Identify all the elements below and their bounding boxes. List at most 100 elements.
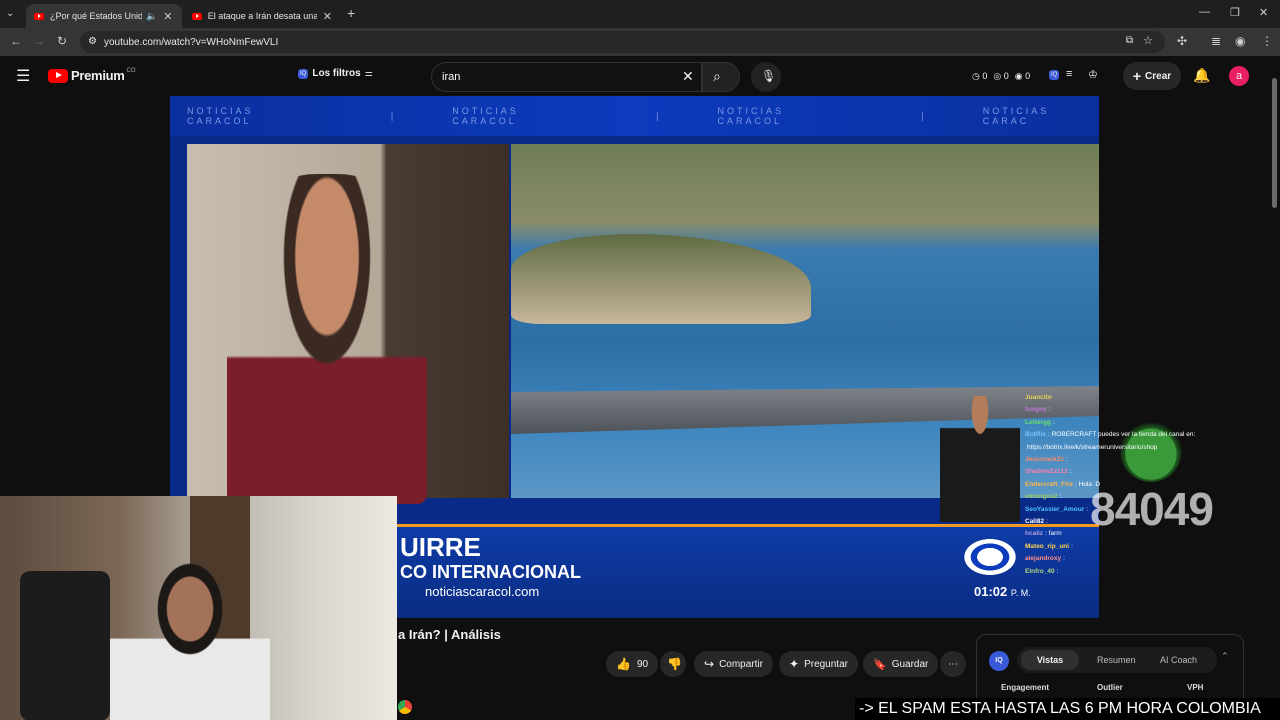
tab-title: El ataque a Irán desata una gue	[207, 11, 317, 21]
banner-sep: |	[921, 111, 927, 121]
search-icon: ⌕	[713, 68, 721, 84]
chat-message: hcaliz: farm	[1025, 528, 1225, 540]
chat-username: Endercraft_Fire	[1025, 480, 1074, 488]
ask-button[interactable]: ✦ Preguntar	[779, 651, 858, 677]
chat-text: :	[1059, 493, 1062, 501]
chat-message: ShadowZzz12:	[1025, 466, 1225, 478]
vidiq-icon: IQ	[298, 68, 309, 79]
browser-tab-strip: ⌄ ¿Por qué Estados Unidos e 🔈 ✕ El ataqu…	[0, 0, 1280, 28]
dislike-button[interactable]: 👎	[660, 651, 686, 677]
menu-kebab-icon[interactable]: ⋮	[1261, 34, 1273, 48]
tab-search-icon[interactable]: ⌄	[6, 8, 14, 19]
vidiq-ext-icon[interactable]: IQ	[1049, 70, 1060, 80]
tab-title: ¿Por qué Estados Unidos e	[50, 11, 142, 21]
reload-icon[interactable]: ↻	[57, 34, 67, 48]
chat-message: emongus2:	[1025, 491, 1225, 503]
like-count: 90	[636, 658, 649, 670]
guest-person	[227, 174, 427, 504]
clock-suffix: P. M.	[1010, 588, 1031, 598]
chat-username: Cali82	[1025, 518, 1045, 526]
back-icon[interactable]: ←	[10, 34, 22, 48]
chat-text: :	[1046, 518, 1048, 526]
vidiq-tab-ai-coach[interactable]: AI Coach	[1160, 655, 1197, 665]
vidiq-tab-resumen[interactable]: Resumen	[1097, 655, 1136, 665]
ask-label: Preguntar	[804, 658, 848, 670]
install-icon[interactable]: ⧉	[1126, 35, 1133, 46]
save-button[interactable]: 🔖 Guardar	[863, 651, 939, 677]
search-button[interactable]: ⌕	[702, 62, 740, 92]
create-label: Crear	[1145, 70, 1172, 82]
share-label: Compartir	[719, 658, 763, 670]
banner-sep: |	[656, 111, 662, 121]
minimize-icon[interactable]: —	[1199, 6, 1210, 18]
like-button[interactable]: 👍 90	[606, 651, 658, 677]
cliff-island	[511, 234, 811, 324]
notifications-bell-icon[interactable]: 🔔	[1193, 67, 1210, 84]
save-label: Guardar	[891, 658, 929, 670]
forward-icon[interactable]: →	[33, 34, 45, 48]
vidiq-tab-vistas[interactable]: Vistas	[1021, 650, 1079, 670]
voice-search-button[interactable]: 🎙	[751, 62, 781, 92]
chat-message: fungoy:	[1025, 404, 1225, 416]
new-tab-icon[interactable]: +	[347, 5, 355, 21]
media-icon[interactable]: ≣	[1211, 34, 1221, 48]
bookmark-icon: 🔖	[873, 658, 887, 671]
sign-language-interpreter	[940, 396, 1020, 522]
filters-label: Los filtros	[312, 68, 361, 79]
logo-region: CO	[126, 67, 136, 74]
vidiq-counters[interactable]: ◷ 0 ◎ 0 ◉ 0	[972, 71, 1030, 82]
lower-third-role: CO INTERNACIONAL	[400, 562, 581, 582]
create-button[interactable]: + Crear	[1123, 62, 1181, 90]
share-button[interactable]: ↪ Compartir	[694, 651, 773, 677]
chat-message: JesucrackZz:	[1025, 454, 1225, 466]
hamburger-menu-icon[interactable]: ☰	[16, 66, 30, 86]
tab-close-icon[interactable]: ✕	[323, 10, 332, 23]
scrollbar-thumb[interactable]	[1272, 78, 1277, 208]
collapse-chevron-icon[interactable]: ⌃	[1221, 651, 1229, 662]
chat-username: emongus2	[1025, 493, 1058, 501]
chat-username: Mateo_rip_uni	[1025, 542, 1070, 550]
avatar[interactable]: a	[1229, 66, 1249, 86]
chat-text: :	[1071, 542, 1073, 550]
chat-text: :	[1063, 555, 1065, 563]
restore-icon[interactable]: ❐	[1230, 6, 1240, 19]
chat-text: :	[1056, 567, 1059, 575]
page-scrollbar[interactable]	[1271, 60, 1278, 720]
speaker-icon[interactable]: 🔈	[146, 11, 157, 22]
chat-text: :	[1048, 406, 1051, 414]
close-window-icon[interactable]: ✕	[1259, 6, 1268, 19]
plus-icon: +	[1132, 68, 1142, 84]
microphone-icon: 🎙	[761, 69, 777, 83]
chat-username: alejandroxy	[1025, 555, 1062, 563]
caracol-logo	[960, 536, 1020, 578]
list-icon[interactable]: ≡	[1066, 68, 1072, 80]
bookmark-star-icon[interactable]: ☆	[1143, 34, 1153, 47]
clear-search-icon[interactable]: ✕	[682, 68, 694, 85]
profile-icon[interactable]: ◉	[1235, 34, 1245, 48]
more-actions-button[interactable]: ⋯	[940, 651, 966, 677]
col-outlier: Outlier	[1097, 683, 1123, 692]
extensions-icon[interactable]: ✣	[1177, 34, 1187, 48]
youtube-logo[interactable]: Premium CO	[48, 68, 136, 83]
webcam-chair	[20, 571, 110, 720]
chat-message: Elnfro_40:	[1025, 566, 1225, 578]
col-vph: VPH	[1187, 683, 1204, 692]
chat-message: Lettergg:	[1025, 417, 1225, 429]
news-banner: NOTICIAS CARACOL | NOTICIAS CARACOL | NO…	[170, 96, 1099, 136]
counter-3: ◉ 0	[1014, 71, 1031, 81]
chat-username: SeoYassier_Amour	[1025, 505, 1085, 513]
counter-1: ◷ 0	[972, 71, 988, 81]
site-info-icon[interactable]: ⚙	[88, 36, 97, 47]
address-bar[interactable]: ⚙ youtube.com/watch?v=WHoNmFewVLI ⧉ ☆	[80, 31, 1165, 53]
chat-text: :	[1069, 468, 1072, 476]
filters-button[interactable]: IQ Los filtros ⚌	[298, 68, 373, 79]
tab-youtube-active[interactable]: ¿Por qué Estados Unidos e 🔈 ✕	[26, 4, 182, 28]
trophy-icon[interactable]: ♔	[1088, 68, 1098, 81]
search-input[interactable]: iran	[431, 62, 702, 92]
stream-chat-overlay: Juancito fungoy: Lettergg: BotRix: ROBERCRA…	[1025, 392, 1225, 578]
chat-message: BotRix: ROBERCRAFT puedes ver la tienda …	[1025, 429, 1225, 441]
chrome-taskbar-icon[interactable]	[398, 700, 412, 714]
tab-close-icon[interactable]: ✕	[163, 10, 172, 23]
search-value: iran	[442, 71, 461, 83]
tab-youtube-2[interactable]: El ataque a Irán desata una gue ✕	[184, 4, 340, 28]
